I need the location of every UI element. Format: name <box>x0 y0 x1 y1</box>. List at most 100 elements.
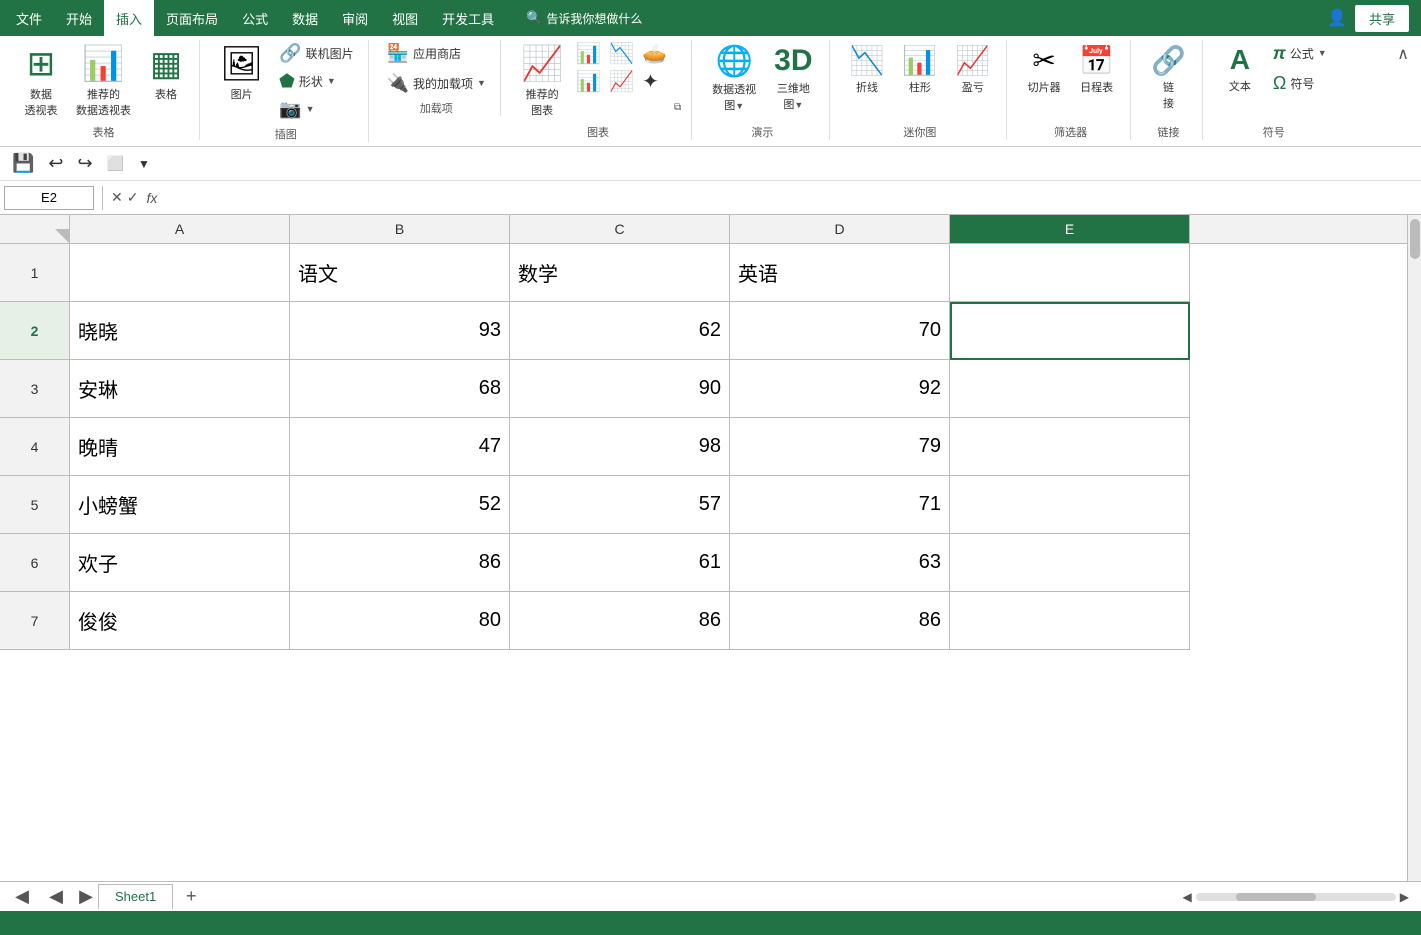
cell-d2[interactable]: 70 <box>730 302 950 360</box>
cell-c6[interactable]: 61 <box>510 534 730 592</box>
col-header-a[interactable]: A <box>70 215 290 243</box>
new-sheet-button[interactable]: + <box>179 885 203 909</box>
row-num-1[interactable]: 1 <box>0 244 70 302</box>
recommended-charts-button[interactable]: 📈 推荐的图表 <box>513 40 571 120</box>
cell-a5[interactable]: 小螃蟹 <box>70 476 290 534</box>
scroll-sheet-right[interactable]: ▶ <box>74 885 98 909</box>
scroll-right-icon[interactable]: ▶ <box>1400 890 1409 904</box>
sparkline-winloss-button[interactable]: 📈 盈亏 <box>947 40 998 120</box>
screenshot-button[interactable]: 📷 ▼ <box>273 96 359 122</box>
sheet-tab-1[interactable]: Sheet1 <box>98 884 173 910</box>
tab-dev-tools[interactable]: 开发工具 <box>430 0 506 36</box>
cell-a7[interactable]: 俊俊 <box>70 592 290 650</box>
timeline-button[interactable]: 📅 日程表 <box>1071 40 1122 120</box>
confirm-formula-icon[interactable]: ✓ <box>127 189 139 206</box>
recommended-pivot-button[interactable]: 📊 推荐的数据透视表 <box>68 40 139 120</box>
tab-formula[interactable]: 公式 <box>230 0 280 36</box>
cell-a3[interactable]: 安琳 <box>70 360 290 418</box>
formula-button[interactable]: π 公式 ▼ <box>1267 40 1333 66</box>
add-sheet-button[interactable]: ◀ <box>10 885 34 909</box>
charts-expand-button[interactable]: ⧉ <box>672 94 683 120</box>
undo-icon[interactable]: ↩ <box>44 151 67 176</box>
cell-b2[interactable]: 93 <box>290 302 510 360</box>
col-header-e[interactable]: E <box>950 215 1190 243</box>
line-chart-button[interactable]: 📉 <box>606 40 637 66</box>
symbol-button[interactable]: Ω 符号 <box>1267 70 1333 96</box>
picture-button[interactable]: 🖼 图片 <box>212 40 271 120</box>
cell-e7[interactable] <box>950 592 1190 650</box>
cell-e2[interactable] <box>950 302 1190 360</box>
cell-b5[interactable]: 52 <box>290 476 510 534</box>
cancel-formula-icon[interactable]: ✕ <box>111 189 123 206</box>
vertical-scrollbar[interactable] <box>1407 215 1421 881</box>
tab-review[interactable]: 审阅 <box>330 0 380 36</box>
horizontal-scrollbar[interactable]: ◀ ▶ <box>1183 890 1417 904</box>
shapes-button[interactable]: ⬟ 形状 ▼ <box>273 68 359 94</box>
pie-chart-button[interactable]: 🥧 <box>639 40 670 66</box>
cell-c5[interactable]: 57 <box>510 476 730 534</box>
scroll-left-icon[interactable]: ◀ <box>1183 890 1192 904</box>
cell-c4[interactable]: 98 <box>510 418 730 476</box>
cell-e5[interactable] <box>950 476 1190 534</box>
cell-e6[interactable] <box>950 534 1190 592</box>
help-bar[interactable]: 🔍 告诉我你想做什么 <box>526 10 642 27</box>
tab-view[interactable]: 视图 <box>380 0 430 36</box>
cell-a4[interactable]: 晚晴 <box>70 418 290 476</box>
cell-b6[interactable]: 86 <box>290 534 510 592</box>
cell-b7[interactable]: 80 <box>290 592 510 650</box>
tab-file[interactable]: 文件 <box>4 0 54 36</box>
slicer-button[interactable]: ✂ 切片器 <box>1019 40 1069 120</box>
scroll-sheet-left[interactable]: ◀ <box>44 885 68 909</box>
cell-c1[interactable]: 数学 <box>510 244 730 302</box>
3d-map-button[interactable]: 3D 三维地图▼ <box>766 40 820 120</box>
help-text[interactable]: 告诉我你想做什么 <box>546 10 642 27</box>
col-header-b[interactable]: B <box>290 215 510 243</box>
row-num-2[interactable]: 2 <box>0 302 70 360</box>
cell-a6[interactable]: 欢子 <box>70 534 290 592</box>
cell-b1[interactable]: 语文 <box>290 244 510 302</box>
pivot-table-button[interactable]: ⊞ 数据透视表 <box>16 40 66 120</box>
name-box[interactable] <box>4 186 94 210</box>
online-picture-button[interactable]: 🔗 联机图片 <box>273 40 359 66</box>
cell-d6[interactable]: 63 <box>730 534 950 592</box>
row-num-3[interactable]: 3 <box>0 360 70 418</box>
redo-icon[interactable]: ↪ <box>74 151 97 176</box>
cell-b4[interactable]: 47 <box>290 418 510 476</box>
share-button[interactable]: 共享 <box>1355 5 1409 32</box>
tab-home[interactable]: 开始 <box>54 0 104 36</box>
quick-access-icon[interactable]: ⬜ <box>103 153 128 174</box>
cell-c3[interactable]: 90 <box>510 360 730 418</box>
column-chart-button[interactable]: 📊 <box>573 40 604 66</box>
cell-d5[interactable]: 71 <box>730 476 950 534</box>
cell-d3[interactable]: 92 <box>730 360 950 418</box>
pivot-chart-button[interactable]: 🌐 数据透视图▼ <box>704 40 764 120</box>
col-header-d[interactable]: D <box>730 215 950 243</box>
cell-b3[interactable]: 68 <box>290 360 510 418</box>
save-icon[interactable]: 💾 <box>8 151 38 176</box>
store-button[interactable]: 🏪 应用商店 <box>381 40 492 66</box>
cell-e4[interactable] <box>950 418 1190 476</box>
area-chart-button[interactable]: 📈 <box>606 68 637 94</box>
col-header-c[interactable]: C <box>510 215 730 243</box>
cell-d1[interactable]: 英语 <box>730 244 950 302</box>
link-button[interactable]: 🔗 链接 <box>1143 40 1194 120</box>
tab-data[interactable]: 数据 <box>280 0 330 36</box>
row-num-7[interactable]: 7 <box>0 592 70 650</box>
cell-a1[interactable] <box>70 244 290 302</box>
cell-d4[interactable]: 79 <box>730 418 950 476</box>
bar-chart-button[interactable]: 📊 <box>573 68 604 94</box>
text-button[interactable]: A 文本 <box>1215 40 1265 120</box>
cell-e1[interactable] <box>950 244 1190 302</box>
scrollbar-thumb[interactable] <box>1410 219 1420 259</box>
row-num-4[interactable]: 4 <box>0 418 70 476</box>
sparkline-column-button[interactable]: 📊 柱形 <box>894 40 945 120</box>
cell-a2[interactable]: 晓晓 <box>70 302 290 360</box>
customize-icon[interactable]: ▼ <box>134 155 154 173</box>
ribbon-collapse-button[interactable]: ∧ <box>1393 40 1413 68</box>
row-num-6[interactable]: 6 <box>0 534 70 592</box>
tab-page-layout[interactable]: 页面布局 <box>154 0 230 36</box>
sparkline-line-button[interactable]: 📉 折线 <box>842 40 893 120</box>
scatter-chart-button[interactable]: ✦ <box>639 68 662 94</box>
tab-insert[interactable]: 插入 <box>104 0 154 36</box>
cell-d7[interactable]: 86 <box>730 592 950 650</box>
